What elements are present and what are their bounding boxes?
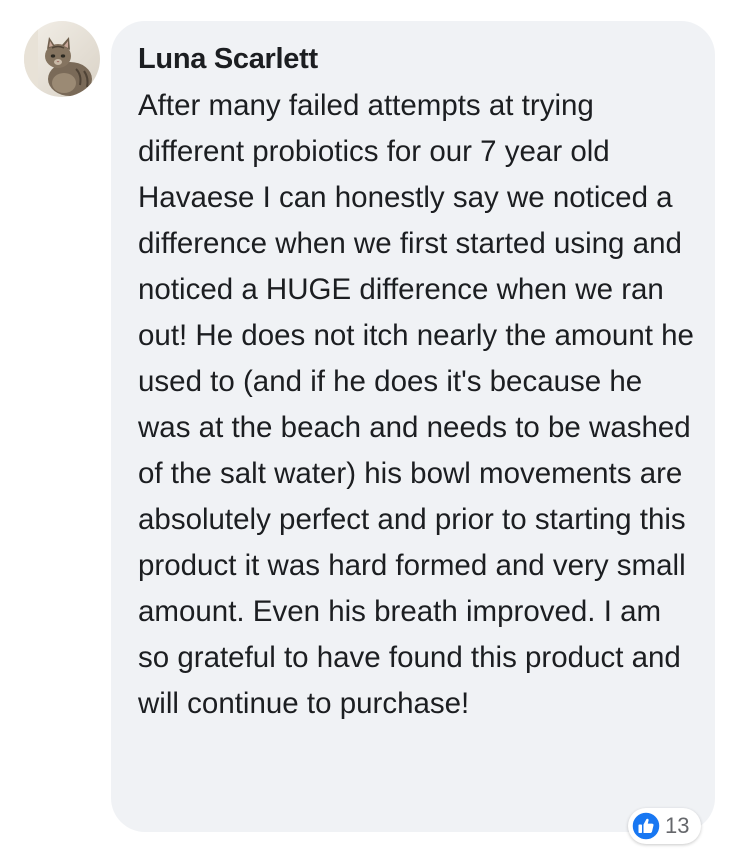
comment-bubble: Luna Scarlett After many failed attempts… [111,21,715,832]
avatar[interactable] [24,21,100,97]
comment: Luna Scarlett After many failed attempts… [0,0,740,850]
reaction-summary[interactable]: 13 [628,808,702,844]
like-icon [631,811,661,841]
reaction-count: 13 [665,813,690,838]
comment-author[interactable]: Luna Scarlett [138,41,695,77]
comment-text: After many failed attempts at trying dif… [138,89,694,720]
cat-photo-icon [24,21,100,97]
